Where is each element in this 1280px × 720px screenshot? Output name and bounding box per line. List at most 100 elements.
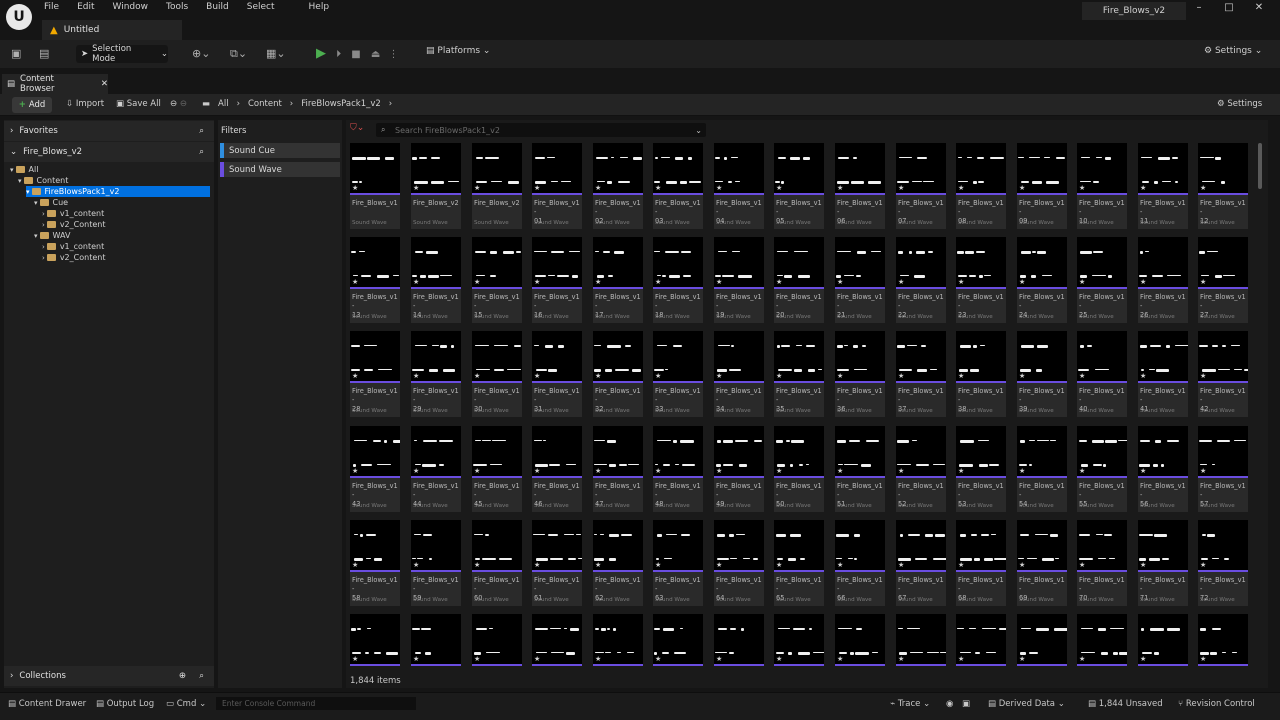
asset-tile[interactable]: ★ Fire_Blows_v1- 06 Sound Wave bbox=[835, 143, 885, 229]
favorite-star-icon[interactable]: ★ bbox=[837, 372, 843, 380]
asset-tile[interactable]: ★ Fire_Blows_v1- 44 Sound Wave bbox=[411, 426, 461, 512]
folder-tree-item[interactable]: ▾ WAV bbox=[34, 230, 70, 241]
favorite-star-icon[interactable]: ★ bbox=[595, 184, 601, 192]
asset-tile[interactable]: ★ Fire_Blows_v1- 40 Sound Wave bbox=[1077, 331, 1127, 417]
asset-tile[interactable]: ★ Fire_Blows_v1- 57 Sound Wave bbox=[1198, 426, 1248, 512]
asset-tile[interactable]: ★ Fire_Blows_v1- 68 Sound Wave bbox=[956, 520, 1006, 606]
eject-icon[interactable]: ⏏ bbox=[371, 49, 380, 60]
asset-tile[interactable]: ★ Fire_Blows_v1- 34 Sound Wave bbox=[714, 331, 764, 417]
asset-tile[interactable]: ★ Fire_Blows_v1- 13 Sound Wave bbox=[350, 237, 400, 323]
asset-tile[interactable]: ★ bbox=[1198, 614, 1248, 666]
asset-tile[interactable]: ★ Fire_Blows_v1- 65 Sound Wave bbox=[774, 520, 824, 606]
favorites-header[interactable]: › Favorites ⌕ bbox=[4, 121, 214, 141]
favorite-star-icon[interactable]: ★ bbox=[1140, 655, 1146, 663]
menu-window[interactable]: Window bbox=[113, 2, 157, 16]
content-browser-tab[interactable]: ▤ Content Browser ✕ bbox=[2, 74, 108, 94]
asset-tile[interactable]: ★ Fire_Blows_v1- 70 Sound Wave bbox=[1077, 520, 1127, 606]
asset-tile[interactable]: ★ Fire_Blows_v1- 23 Sound Wave bbox=[956, 237, 1006, 323]
favorite-star-icon[interactable]: ★ bbox=[534, 278, 540, 286]
back-icon[interactable]: ⊖ bbox=[170, 99, 177, 109]
search-input[interactable]: ⌕ Search FireBlowsPack1_v2 ⌄ bbox=[376, 123, 706, 137]
chevron-right-icon[interactable]: › bbox=[42, 210, 45, 218]
asset-tile[interactable]: ★ Fire_Blows_v1- 53 Sound Wave bbox=[956, 426, 1006, 512]
asset-tile[interactable]: ★ Fire_Blows_v1- 31 Sound Wave bbox=[532, 331, 582, 417]
asset-tile[interactable]: ★ Fire_Blows_v1- 04 Sound Wave bbox=[714, 143, 764, 229]
asset-tile[interactable]: ★ Fire_Blows_v1- 62 Sound Wave bbox=[593, 520, 643, 606]
asset-tile[interactable]: ★ bbox=[714, 614, 764, 666]
asset-tile[interactable]: ★ Fire_Blows_v1- 61 Sound Wave bbox=[532, 520, 582, 606]
favorite-star-icon[interactable]: ★ bbox=[595, 467, 601, 475]
minimize-button[interactable]: – bbox=[1184, 2, 1214, 13]
favorite-star-icon[interactable]: ★ bbox=[352, 467, 358, 475]
favorite-star-icon[interactable]: ★ bbox=[776, 372, 782, 380]
favorite-star-icon[interactable]: ★ bbox=[898, 655, 904, 663]
derived-data-dropdown[interactable]: ▤ Derived Data ⌄ bbox=[988, 699, 1065, 709]
favorite-star-icon[interactable]: ★ bbox=[776, 655, 782, 663]
asset-tile[interactable]: ★ Fire_Blows_v1- 20 Sound Wave bbox=[774, 237, 824, 323]
favorite-star-icon[interactable]: ★ bbox=[958, 372, 964, 380]
favorite-star-icon[interactable]: ★ bbox=[655, 278, 661, 286]
favorite-star-icon[interactable]: ★ bbox=[958, 655, 964, 663]
favorite-star-icon[interactable]: ★ bbox=[716, 561, 722, 569]
favorite-star-icon[interactable]: ★ bbox=[1140, 184, 1146, 192]
favorite-star-icon[interactable]: ★ bbox=[413, 278, 419, 286]
asset-tile[interactable]: ★ bbox=[1017, 614, 1067, 666]
content-drawer-button[interactable]: ▤ Content Drawer bbox=[8, 699, 86, 709]
favorite-star-icon[interactable]: ★ bbox=[1140, 561, 1146, 569]
asset-tile[interactable]: ★ Fire_Blows_v1- 18 Sound Wave bbox=[653, 237, 703, 323]
favorite-star-icon[interactable]: ★ bbox=[1019, 561, 1025, 569]
favorite-star-icon[interactable]: ★ bbox=[1140, 372, 1146, 380]
asset-tile[interactable]: ★ Fire_Blows_v1- 71 Sound Wave bbox=[1138, 520, 1188, 606]
favorite-star-icon[interactable]: ★ bbox=[1079, 561, 1085, 569]
platforms-dropdown[interactable]: ▤ Platforms ⌄ bbox=[426, 46, 490, 56]
cinematics-icon[interactable]: ▦⌄ bbox=[266, 47, 286, 60]
favorite-star-icon[interactable]: ★ bbox=[958, 184, 964, 192]
asset-tile[interactable]: ★ Fire_Blows_v2 Sound Wave bbox=[411, 143, 461, 229]
filter-sound-wave[interactable]: Sound Wave bbox=[220, 162, 340, 177]
favorite-star-icon[interactable]: ★ bbox=[898, 372, 904, 380]
favorite-star-icon[interactable]: ★ bbox=[716, 655, 722, 663]
folder-tree-item[interactable]: ▾ Cue bbox=[34, 197, 68, 208]
asset-tile[interactable]: ★ Fire_Blows_v1- 02 Sound Wave bbox=[593, 143, 643, 229]
favorite-star-icon[interactable]: ★ bbox=[1140, 467, 1146, 475]
favorite-star-icon[interactable]: ★ bbox=[716, 467, 722, 475]
folder-tree-item[interactable]: › v2_Content bbox=[42, 219, 105, 230]
favorite-star-icon[interactable]: ★ bbox=[474, 561, 480, 569]
scrollbar-thumb[interactable] bbox=[1258, 143, 1262, 189]
favorite-star-icon[interactable]: ★ bbox=[716, 278, 722, 286]
search-icon[interactable]: ⌕ bbox=[199, 126, 204, 136]
collections-header[interactable]: › Collections ⊕ ⌕ bbox=[4, 666, 214, 686]
favorite-star-icon[interactable]: ★ bbox=[595, 655, 601, 663]
favorite-star-icon[interactable]: ★ bbox=[474, 467, 480, 475]
asset-tile[interactable]: ★ Fire_Blows_v1- 67 Sound Wave bbox=[896, 520, 946, 606]
asset-tile[interactable]: ★ bbox=[653, 614, 703, 666]
favorite-star-icon[interactable]: ★ bbox=[1019, 278, 1025, 286]
asset-tile[interactable]: ★ Fire_Blows_v1- 47 Sound Wave bbox=[593, 426, 643, 512]
favorite-star-icon[interactable]: ★ bbox=[474, 655, 480, 663]
asset-tile[interactable]: ★ bbox=[774, 614, 824, 666]
breadcrumb-all[interactable]: All bbox=[218, 99, 229, 109]
unsaved-button[interactable]: ▤ 1,844 Unsaved bbox=[1088, 699, 1163, 709]
favorite-star-icon[interactable]: ★ bbox=[1079, 467, 1085, 475]
favorite-star-icon[interactable]: ★ bbox=[655, 372, 661, 380]
favorite-star-icon[interactable]: ★ bbox=[1019, 467, 1025, 475]
folder-tree-item[interactable]: › v2_Content bbox=[42, 252, 105, 263]
asset-tile[interactable]: ★ Fire_Blows_v1- 69 Sound Wave bbox=[1017, 520, 1067, 606]
chevron-down-icon[interactable]: ▾ bbox=[34, 232, 38, 240]
favorite-star-icon[interactable]: ★ bbox=[1019, 655, 1025, 663]
asset-tile[interactable]: ★ Fire_Blows_v1- 27 Sound Wave bbox=[1198, 237, 1248, 323]
asset-tile[interactable]: ★ Fire_Blows_v1- 08 Sound Wave bbox=[956, 143, 1006, 229]
asset-tile[interactable]: ★ Fire_Blows_v1- 07 Sound Wave bbox=[896, 143, 946, 229]
asset-tile[interactable]: ★ Fire_Blows_v1- 09 Sound Wave bbox=[1017, 143, 1067, 229]
asset-tile[interactable]: ★ Fire_Blows_v1- 59 Sound Wave bbox=[411, 520, 461, 606]
favorite-star-icon[interactable]: ★ bbox=[534, 467, 540, 475]
level-tab[interactable]: ▲ Untitled bbox=[42, 20, 182, 40]
asset-tile[interactable]: ★ Fire_Blows_v1- 46 Sound Wave bbox=[532, 426, 582, 512]
favorite-star-icon[interactable]: ★ bbox=[837, 467, 843, 475]
chevron-down-icon[interactable]: ▾ bbox=[26, 188, 30, 196]
favorite-star-icon[interactable]: ★ bbox=[352, 561, 358, 569]
favorite-star-icon[interactable]: ★ bbox=[1200, 184, 1206, 192]
asset-tile[interactable]: ★ Fire_Blows_v1- 25 Sound Wave bbox=[1077, 237, 1127, 323]
favorite-star-icon[interactable]: ★ bbox=[474, 184, 480, 192]
asset-tile[interactable]: ★ bbox=[472, 614, 522, 666]
